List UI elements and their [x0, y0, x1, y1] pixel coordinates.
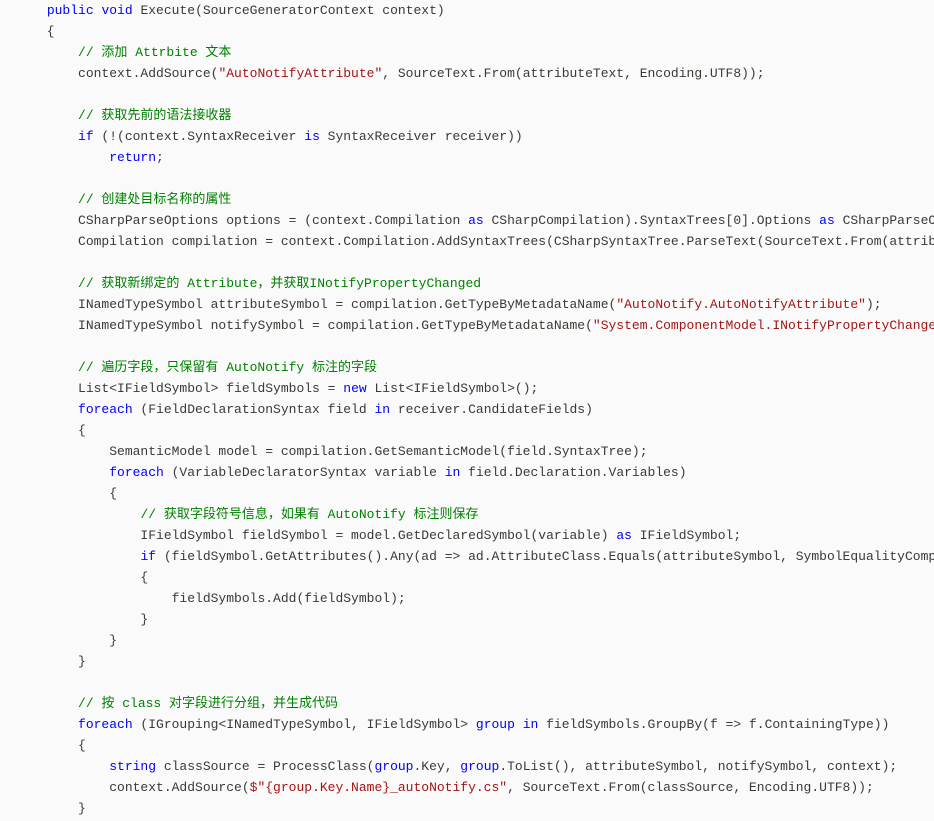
code-token: as	[616, 528, 632, 543]
code-token	[0, 129, 78, 144]
code-token	[0, 549, 140, 564]
code-token: (FieldDeclarationSyntax field	[133, 402, 375, 417]
code-token	[0, 759, 109, 774]
code-token: // 按 class 对字段进行分组，并生成代码	[78, 696, 338, 711]
code-token: as	[468, 213, 484, 228]
code-token: {	[0, 24, 55, 39]
code-token: "AutoNotify.AutoNotifyAttribute"	[616, 297, 866, 312]
code-token: }	[0, 633, 117, 648]
code-token: .ToList(), attributeSymbol, notifySymbol…	[499, 759, 897, 774]
code-token	[0, 108, 78, 123]
code-token	[515, 717, 523, 732]
code-token: in	[523, 717, 539, 732]
code-token: SyntaxReceiver receiver))	[320, 129, 523, 144]
code-token: classSource = ProcessClass(	[156, 759, 374, 774]
code-token: {	[0, 738, 86, 753]
code-token	[0, 696, 78, 711]
code-token: , SourceText.From(classSource, Encoding.…	[507, 780, 874, 795]
code-token: if	[140, 549, 156, 564]
code-token: return	[109, 150, 156, 165]
code-token: group	[374, 759, 413, 774]
code-token: as	[819, 213, 835, 228]
code-token: IFieldSymbol;	[632, 528, 741, 543]
code-token: fieldSymbols.GroupBy(f => f.ContainingTy…	[538, 717, 889, 732]
code-token: in	[445, 465, 461, 480]
code-token: // 获取新绑定的 Attribute，并获取INotifyPropertyCh…	[78, 276, 481, 291]
code-token: "AutoNotifyAttribute"	[218, 66, 382, 81]
code-token: CSharpParseOptions options = (context.Co…	[0, 213, 468, 228]
code-token	[0, 402, 78, 417]
code-token: List<IFieldSymbol> fieldSymbols =	[0, 381, 343, 396]
code-token: ;	[156, 150, 164, 165]
code-token: receiver.CandidateFields)	[390, 402, 593, 417]
code-token: field.Declaration.Variables)	[460, 465, 686, 480]
code-token: foreach	[78, 402, 133, 417]
code-token: context.AddSource(	[0, 780, 250, 795]
code-token: // 添加 Attrbite 文本	[78, 45, 231, 60]
code-token: group	[460, 759, 499, 774]
code-token: }	[0, 612, 148, 627]
code-token: "System.ComponentModel.INotifyPropertyCh…	[593, 318, 934, 333]
code-token: foreach	[78, 717, 133, 732]
code-token: CSharpParseOp	[835, 213, 934, 228]
code-token: {	[0, 570, 148, 585]
code-token	[0, 45, 78, 60]
code-token: Compilation compilation = context.Compil…	[0, 234, 934, 249]
code-token: }	[0, 801, 86, 816]
code-token: IFieldSymbol fieldSymbol = model.GetDecl…	[0, 528, 616, 543]
code-token: // 获取先前的语法接收器	[78, 108, 231, 123]
code-token: group	[476, 717, 515, 732]
code-token: // 遍历字段，只保留有 AutoNotify 标注的字段	[78, 360, 377, 375]
code-token	[0, 150, 109, 165]
code-token: (VariableDeclaratorSyntax variable	[164, 465, 445, 480]
code-token: INamedTypeSymbol attributeSymbol = compi…	[0, 297, 616, 312]
code-token	[0, 360, 78, 375]
code-token	[0, 3, 47, 18]
code-token: (fieldSymbol.GetAttributes().Any(ad => a…	[156, 549, 934, 564]
code-token: INamedTypeSymbol notifySymbol = compilat…	[0, 318, 593, 333]
code-token: CSharpCompilation).SyntaxTrees[0].Option…	[484, 213, 819, 228]
code-token: (!(context.SyntaxReceiver	[94, 129, 305, 144]
code-token: List<IFieldSymbol>();	[367, 381, 539, 396]
code-token: public	[47, 3, 94, 18]
code-token	[0, 465, 109, 480]
code-token: {	[0, 423, 86, 438]
code-token: new	[343, 381, 366, 396]
code-token: string	[109, 759, 156, 774]
code-token: Execute(SourceGeneratorContext context)	[133, 3, 445, 18]
code-token: // 获取字段符号信息，如果有 AutoNotify 标注则保存	[140, 507, 478, 522]
code-block: public void Execute(SourceGeneratorConte…	[0, 0, 934, 821]
code-token: {	[0, 486, 117, 501]
code-token: }	[0, 654, 86, 669]
code-token: SemanticModel model = compilation.GetSem…	[0, 444, 648, 459]
code-token: $"{group.Key.Name}_autoNotify.cs"	[250, 780, 507, 795]
code-token: is	[304, 129, 320, 144]
code-token: void	[101, 3, 132, 18]
code-token: fieldSymbols.Add(fieldSymbol);	[0, 591, 406, 606]
code-token: // 创建处目标名称的属性	[78, 192, 231, 207]
code-token	[0, 276, 78, 291]
code-token: foreach	[109, 465, 164, 480]
code-token: );	[866, 297, 882, 312]
code-token: context.AddSource(	[0, 66, 218, 81]
code-token: in	[374, 402, 390, 417]
code-token	[0, 507, 140, 522]
code-token	[0, 717, 78, 732]
code-token: , SourceText.From(attributeText, Encodin…	[382, 66, 764, 81]
code-token: .Key,	[413, 759, 460, 774]
code-token: (IGrouping<INamedTypeSymbol, IFieldSymbo…	[133, 717, 476, 732]
code-token: if	[78, 129, 94, 144]
code-token	[0, 192, 78, 207]
